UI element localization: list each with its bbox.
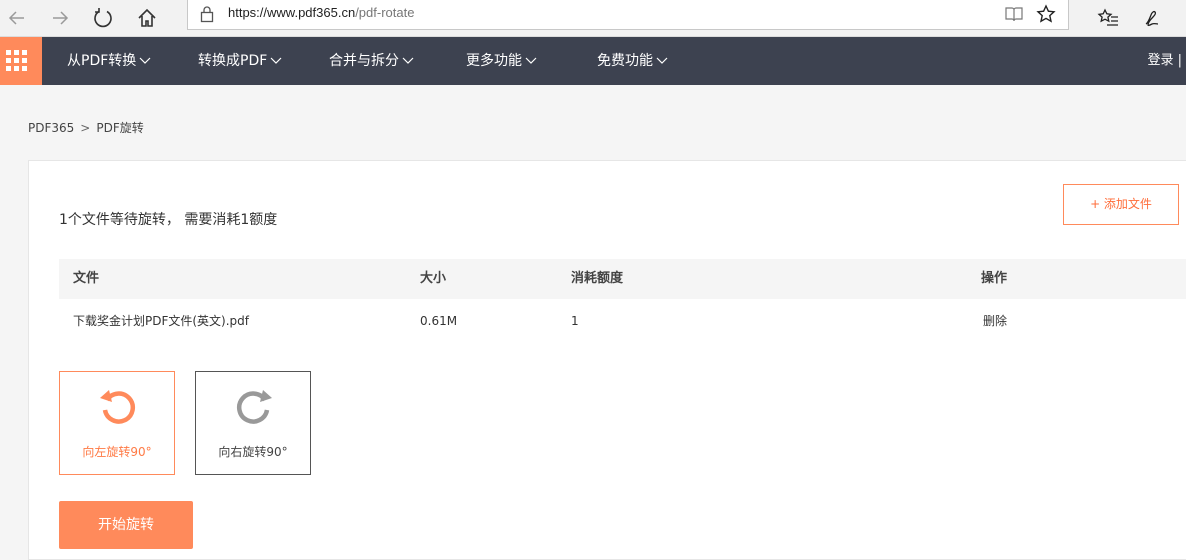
forward-arrow-icon	[53, 11, 69, 25]
url-path: /pdf-rotate	[355, 5, 415, 20]
lock-icon	[200, 5, 214, 27]
breadcrumb: PDF365 > PDF旋转	[28, 119, 144, 136]
column-cost: 消耗额度	[571, 271, 624, 286]
file-table-header: 文件 大小 消耗额度 操作	[59, 259, 1186, 299]
rotate-left-icon	[100, 390, 135, 424]
back-arrow-icon	[8, 11, 24, 25]
chevron-down-icon	[270, 57, 282, 64]
file-summary: 1个文件等待旋转， 需要消耗1额度	[59, 212, 278, 228]
chevron-down-icon	[139, 57, 151, 64]
login-link[interactable]: 登录 |	[1147, 37, 1182, 85]
table-row: 下载奖金计划PDF文件(英文).pdf 0.61M 1 删除	[59, 301, 1186, 341]
annotate-button[interactable]	[1137, 3, 1167, 33]
rotate-left-button[interactable]: 向左旋转90°	[59, 371, 175, 475]
back-button[interactable]	[2, 3, 32, 33]
rotate-right-button[interactable]: 向右旋转90°	[195, 371, 311, 475]
forward-button[interactable]	[45, 3, 75, 33]
nav-label: 更多功能	[466, 53, 522, 69]
start-rotate-button[interactable]: 开始旋转	[59, 501, 193, 549]
file-size: 0.61M	[420, 314, 458, 328]
column-file: 文件	[73, 271, 100, 286]
home-icon	[138, 8, 156, 27]
nav-label: 免费功能	[597, 53, 653, 69]
add-file-button[interactable]: + 添加文件	[1063, 184, 1179, 225]
nav-to-pdf[interactable]: 转换成PDF	[198, 37, 282, 85]
breadcrumb-separator: >	[80, 121, 91, 135]
favorites-list-icon	[1097, 8, 1118, 26]
delete-link[interactable]: 删除	[983, 301, 1007, 341]
column-size: 大小	[420, 271, 447, 286]
chevron-down-icon	[402, 57, 414, 64]
address-bar[interactable]: https://www.pdf365.cn/pdf-rotate	[187, 0, 1069, 30]
chevron-down-icon	[656, 57, 668, 64]
url-text: https://www.pdf365.cn/pdf-rotate	[228, 5, 414, 20]
nav-label: 合并与拆分	[329, 53, 399, 69]
home-button[interactable]	[132, 3, 162, 33]
browser-toolbar: https://www.pdf365.cn/pdf-rotate	[0, 0, 1186, 37]
favorite-star-icon[interactable]	[1036, 4, 1056, 28]
nav-merge-split[interactable]: 合并与拆分	[329, 37, 414, 85]
nav-free-features[interactable]: 免费功能	[597, 37, 668, 85]
rotate-left-label: 向左旋转90°	[82, 445, 152, 459]
app-grid-button[interactable]	[0, 37, 42, 85]
nav-more-features[interactable]: 更多功能	[466, 37, 537, 85]
nav-label: 转换成PDF	[198, 53, 268, 69]
column-action: 操作	[981, 271, 1008, 286]
rotate-panel: 1个文件等待旋转， 需要消耗1额度 + 添加文件 文件 大小 消耗额度 操作 下…	[28, 160, 1186, 560]
breadcrumb-current: PDF旋转	[96, 121, 144, 135]
chevron-down-icon	[525, 57, 537, 64]
top-navigation: 从PDF转换 转换成PDF 合并与拆分 更多功能 免费功能 登录 |	[0, 37, 1186, 85]
pen-icon	[1145, 10, 1159, 27]
rotate-right-icon	[237, 390, 272, 424]
rotate-right-label: 向右旋转90°	[218, 445, 288, 459]
url-host: https://www.pdf365.cn	[228, 5, 356, 20]
file-cost: 1	[571, 314, 579, 328]
refresh-icon	[94, 8, 112, 28]
favorites-hub-button[interactable]	[1093, 3, 1123, 33]
breadcrumb-home[interactable]: PDF365	[28, 121, 74, 135]
reading-view-icon[interactable]	[1004, 5, 1024, 27]
nav-label: 从PDF转换	[67, 53, 137, 69]
file-name: 下载奖金计划PDF文件(英文).pdf	[73, 314, 250, 328]
nav-from-pdf[interactable]: 从PDF转换	[67, 37, 151, 85]
refresh-button[interactable]	[88, 3, 118, 33]
